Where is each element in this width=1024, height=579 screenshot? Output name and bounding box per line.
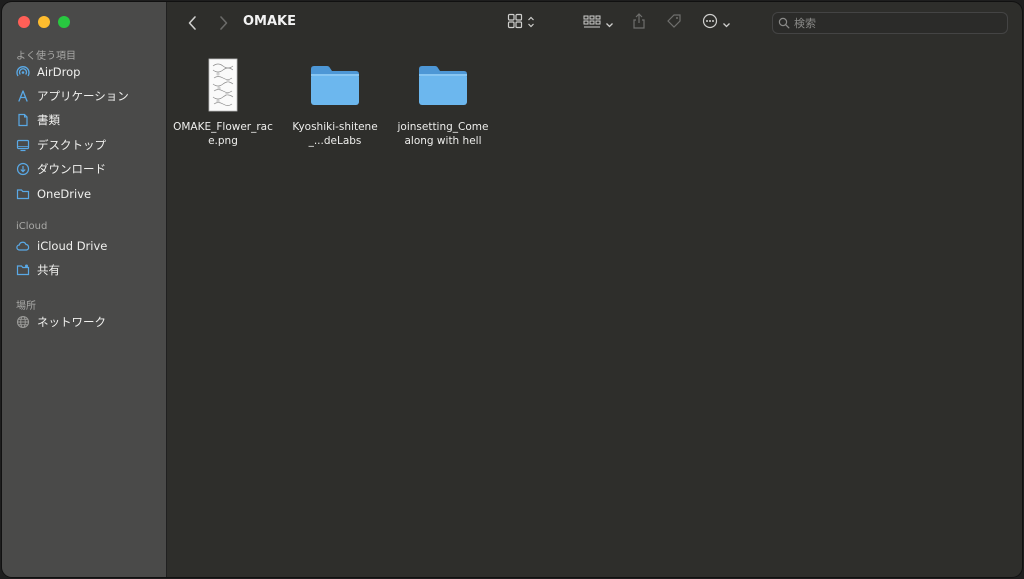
share-icon bbox=[632, 12, 646, 34]
folder-icon bbox=[309, 56, 361, 114]
sidebar-item-label: アプリケーション bbox=[37, 89, 129, 103]
sidebar-item-icloud-drive[interactable]: iCloud Drive bbox=[16, 236, 107, 256]
sidebar-item-label: 共有 bbox=[37, 263, 60, 277]
sidebar-item-label: 書類 bbox=[37, 113, 60, 127]
sidebar-item-downloads[interactable]: ダウンロード bbox=[16, 159, 106, 179]
tag-button[interactable] bbox=[665, 13, 683, 33]
applications-icon bbox=[16, 89, 30, 103]
view-mode-button[interactable] bbox=[507, 13, 535, 33]
desktop-icon bbox=[16, 138, 30, 152]
back-button[interactable] bbox=[185, 14, 201, 32]
sidebar-item-label: ダウンロード bbox=[37, 162, 106, 176]
search-icon bbox=[778, 17, 790, 29]
file-name: joinsetting_Come along with hell bbox=[397, 121, 489, 147]
sidebar-item-shared[interactable]: 共有 bbox=[16, 260, 60, 280]
window-controls bbox=[18, 16, 70, 28]
close-button[interactable] bbox=[18, 16, 30, 28]
group-grid-icon bbox=[583, 14, 601, 33]
sidebar-item-documents[interactable]: 書類 bbox=[16, 110, 60, 130]
folder-item[interactable]: Kyoshiki-shitene_...deLabs bbox=[285, 56, 385, 148]
file-item[interactable]: OMAKE_Flower_race.png bbox=[173, 56, 273, 148]
actions-button[interactable] bbox=[702, 13, 731, 33]
cloud-icon bbox=[16, 239, 30, 253]
finder-window: よく使う項目 AirDrop アプリケーション 書類 デスクトップ ダウンロード… bbox=[2, 2, 1022, 577]
image-thumbnail bbox=[208, 56, 238, 114]
sidebar-item-label: AirDrop bbox=[37, 65, 81, 79]
sidebar-item-label: OneDrive bbox=[37, 187, 92, 201]
zoom-button[interactable] bbox=[58, 16, 70, 28]
folder-icon bbox=[16, 187, 30, 201]
window-title: OMAKE bbox=[243, 14, 297, 29]
sidebar-section-locations: 場所 bbox=[16, 301, 36, 312]
sidebar-item-label: ネットワーク bbox=[37, 315, 106, 329]
chevron-up-down-icon bbox=[527, 14, 535, 33]
forward-button[interactable] bbox=[215, 14, 231, 32]
chevron-down-icon bbox=[605, 14, 614, 33]
sidebar-item-onedrive[interactable]: OneDrive bbox=[16, 184, 91, 204]
document-icon bbox=[16, 113, 30, 127]
sidebar-item-label: デスクトップ bbox=[37, 138, 106, 152]
file-name: OMAKE_Flower_race.png bbox=[173, 121, 273, 147]
minimize-button[interactable] bbox=[38, 16, 50, 28]
sidebar-item-label: iCloud Drive bbox=[37, 239, 108, 253]
share-button[interactable] bbox=[632, 13, 646, 33]
network-icon bbox=[16, 315, 30, 329]
chevron-right-icon bbox=[215, 16, 231, 36]
sidebar-item-network[interactable]: ネットワーク bbox=[16, 312, 106, 332]
chevron-down-icon bbox=[722, 14, 731, 33]
sidebar: よく使う項目 AirDrop アプリケーション 書類 デスクトップ ダウンロード… bbox=[2, 2, 167, 577]
search-input[interactable] bbox=[794, 16, 994, 30]
sidebar-item-desktop[interactable]: デスクトップ bbox=[16, 135, 106, 155]
sidebar-section-icloud: iCloud bbox=[16, 221, 48, 232]
folder-icon bbox=[417, 56, 469, 114]
sidebar-item-applications[interactable]: アプリケーション bbox=[16, 86, 129, 106]
ellipsis-circle-icon bbox=[702, 13, 718, 33]
tag-icon bbox=[665, 12, 683, 34]
group-button[interactable] bbox=[583, 13, 614, 33]
content-area: OMAKE 検索 OMAKE_Flower_race.png Kyoshiki-… bbox=[167, 2, 1022, 577]
airdrop-icon bbox=[16, 65, 30, 79]
chevron-left-icon bbox=[185, 16, 201, 36]
download-icon bbox=[16, 162, 30, 176]
icon-grid-icon bbox=[507, 13, 523, 33]
folder-item[interactable]: joinsetting_Come along with hell bbox=[393, 56, 493, 148]
file-name: Kyoshiki-shitene_...deLabs bbox=[292, 121, 378, 147]
sidebar-section-favorites: よく使う項目 bbox=[16, 51, 76, 62]
sidebar-item-airdrop[interactable]: AirDrop bbox=[16, 62, 80, 82]
shared-folder-icon bbox=[16, 263, 30, 277]
search-field[interactable] bbox=[772, 12, 1008, 34]
